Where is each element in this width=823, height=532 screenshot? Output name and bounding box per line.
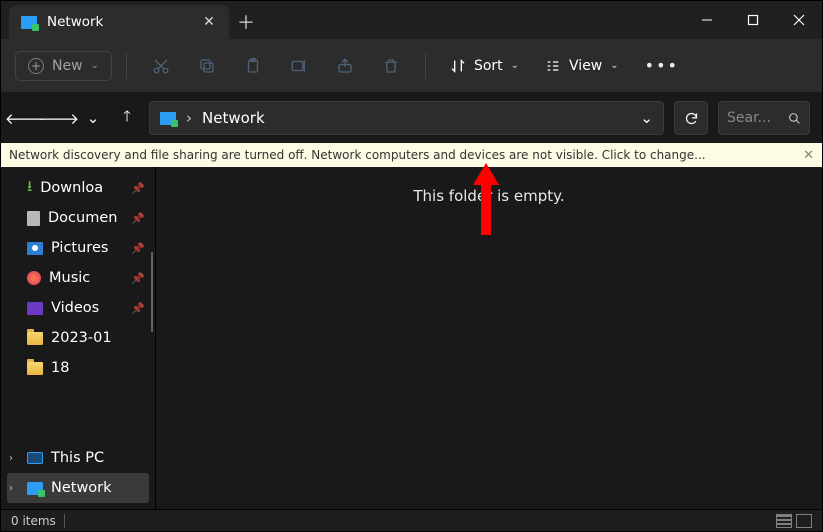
pin-icon: 📌	[131, 272, 145, 285]
forward-button[interactable]: 🡒	[47, 106, 71, 130]
sidebar-item-music[interactable]: Music 📌	[1, 263, 155, 293]
network-icon	[160, 112, 176, 125]
sidebar-item-label: 18	[51, 360, 69, 376]
folder-icon	[27, 332, 43, 345]
delete-button[interactable]	[371, 49, 411, 83]
sidebar-item-documents[interactable]: Documen 📌	[1, 203, 155, 233]
search-placeholder: Sear...	[727, 110, 771, 126]
sidebar-item-label: Documen	[48, 210, 117, 226]
sidebar-item-downloads[interactable]: ⭳ Downloa 📌	[1, 173, 155, 203]
network-icon	[21, 16, 37, 29]
view-switcher	[776, 514, 812, 528]
tab-title: Network	[47, 14, 103, 30]
network-icon	[27, 482, 43, 495]
notification-text: Network discovery and file sharing are t…	[9, 148, 706, 162]
search-input[interactable]: Sear...	[718, 101, 810, 135]
chevron-right-icon: ›	[186, 109, 192, 127]
plus-circle-icon: +	[28, 58, 44, 74]
minimize-button[interactable]	[684, 1, 730, 39]
more-button[interactable]: •••	[635, 50, 689, 81]
up-button[interactable]: 🡑	[115, 106, 139, 130]
paste-button[interactable]	[233, 49, 273, 83]
sidebar-item-label: Videos	[51, 300, 99, 316]
empty-folder-text: This folder is empty.	[413, 187, 564, 509]
title-bar: Network ✕ ＋	[1, 1, 822, 39]
window-controls	[684, 1, 822, 39]
sort-icon	[450, 58, 466, 74]
recent-locations-button[interactable]: ⌄	[81, 106, 105, 130]
sidebar-item-label: 2023-01	[51, 330, 112, 346]
view-label: View	[569, 58, 602, 74]
content-area: This folder is empty.	[156, 167, 822, 509]
close-notification-button[interactable]: ✕	[803, 148, 814, 163]
folder-icon	[27, 362, 43, 375]
rename-button[interactable]	[279, 49, 319, 83]
sidebar-item-label: This PC	[51, 450, 104, 466]
notification-bar[interactable]: Network discovery and file sharing are t…	[1, 143, 822, 167]
back-button[interactable]: 🡐	[13, 106, 37, 130]
address-bar[interactable]: › Network ⌄	[149, 101, 664, 135]
refresh-button[interactable]	[674, 101, 708, 135]
navigation-row: 🡐 🡒 ⌄ 🡑 › Network ⌄ Sear...	[1, 93, 822, 143]
sidebar-item-folder-18[interactable]: 18	[1, 353, 155, 383]
sidebar-item-label: Network	[51, 480, 112, 496]
address-dropdown[interactable]: ⌄	[640, 109, 653, 127]
chevron-right-icon: ›	[9, 483, 13, 494]
body-area: ⭳ Downloa 📌 Documen 📌 Pictures 📌 Music 📌…	[1, 167, 822, 509]
chevron-down-icon: ⌄	[610, 60, 618, 71]
sidebar-item-label: Downloa	[40, 180, 103, 196]
divider	[425, 53, 426, 79]
cut-button[interactable]	[141, 49, 181, 83]
sidebar: ⭳ Downloa 📌 Documen 📌 Pictures 📌 Music 📌…	[1, 167, 156, 509]
download-icon: ⭳	[27, 176, 32, 201]
close-window-button[interactable]	[776, 1, 822, 39]
view-icon	[545, 58, 561, 74]
close-tab-button[interactable]: ✕	[201, 14, 217, 30]
status-bar: 0 items	[1, 509, 822, 531]
chevron-down-icon: ⌄	[511, 60, 519, 71]
share-button[interactable]	[325, 49, 365, 83]
pin-icon: 📌	[131, 302, 145, 315]
document-icon	[27, 211, 40, 226]
chevron-right-icon: ›	[9, 453, 13, 464]
tab-network[interactable]: Network ✕	[9, 5, 229, 39]
search-icon	[788, 112, 801, 125]
sidebar-item-this-pc[interactable]: › This PC	[1, 443, 155, 473]
view-button[interactable]: View ⌄	[535, 52, 629, 80]
sidebar-item-folder-2023-01[interactable]: 2023-01	[1, 323, 155, 353]
icons-view-button[interactable]	[796, 514, 812, 528]
music-icon	[27, 271, 41, 285]
toolbar: + New ⌄ Sort ⌄ View ⌄ •••	[1, 39, 822, 93]
details-view-button[interactable]	[776, 514, 792, 528]
pin-icon: 📌	[131, 182, 145, 195]
sidebar-item-pictures[interactable]: Pictures 📌	[1, 233, 155, 263]
sort-button[interactable]: Sort ⌄	[440, 52, 529, 80]
pin-icon: 📌	[131, 242, 145, 255]
pictures-icon	[27, 242, 43, 255]
copy-button[interactable]	[187, 49, 227, 83]
videos-icon	[27, 302, 43, 315]
maximize-button[interactable]	[730, 1, 776, 39]
new-tab-button[interactable]: ＋	[229, 5, 263, 39]
sort-label: Sort	[474, 58, 503, 74]
divider	[64, 514, 65, 528]
new-label: New	[52, 58, 83, 74]
sidebar-item-videos[interactable]: Videos 📌	[1, 293, 155, 323]
sidebar-item-label: Music	[49, 270, 90, 286]
address-location: Network	[202, 109, 265, 127]
monitor-icon	[27, 452, 43, 464]
sidebar-item-network[interactable]: › Network	[7, 473, 149, 503]
status-item-count: 0 items	[11, 514, 56, 528]
pin-icon: 📌	[131, 212, 145, 225]
chevron-down-icon: ⌄	[91, 60, 99, 71]
new-button[interactable]: + New ⌄	[15, 51, 112, 81]
divider	[126, 53, 127, 79]
sidebar-item-label: Pictures	[51, 240, 108, 256]
